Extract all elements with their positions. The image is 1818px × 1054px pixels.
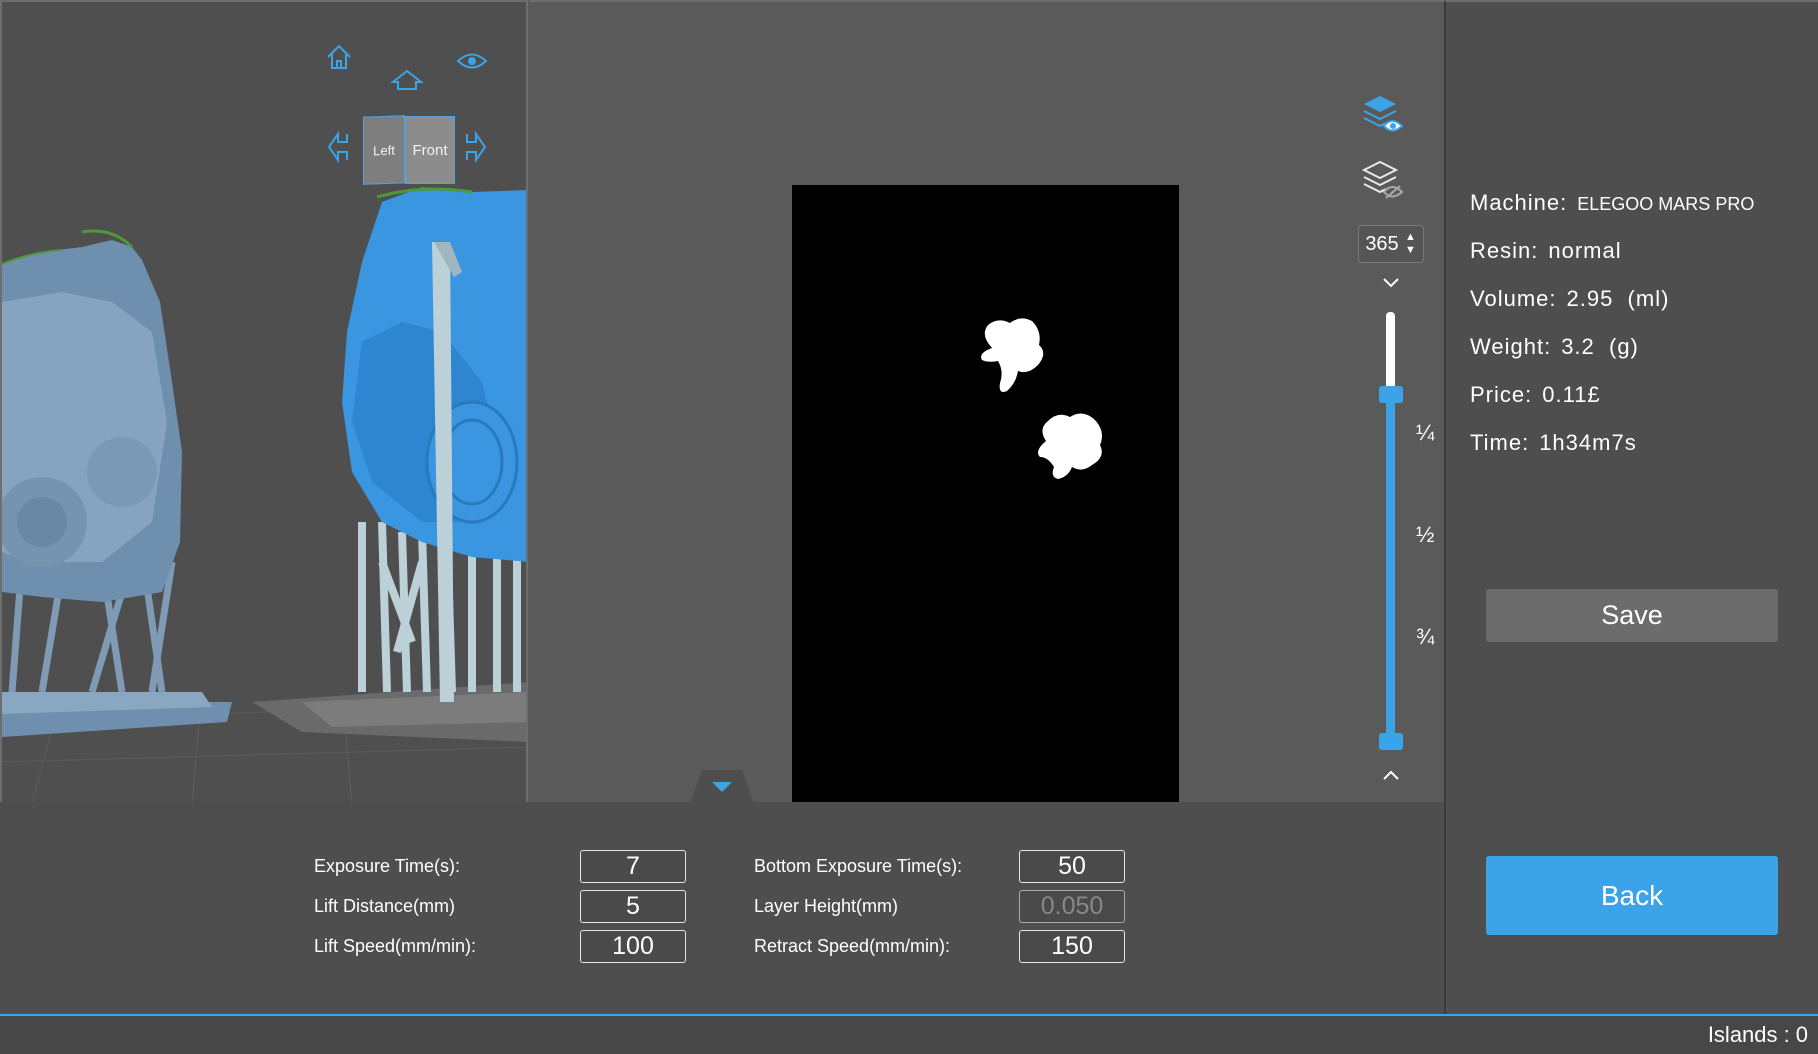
volume-label: Volume: (1470, 286, 1557, 311)
eye-icon[interactable] (456, 50, 488, 72)
resin-label: Resin: (1470, 238, 1539, 263)
lift-distance-label: Lift Distance(mm) (314, 896, 456, 916)
slider-quarter-label: ¼ (1416, 420, 1435, 445)
retract-speed-label: Retract Speed(mm/min): (754, 936, 951, 956)
save-button[interactable]: Save (1486, 589, 1778, 642)
slice-image (792, 185, 1179, 804)
machine-value: ELEGOO MARS PRO (1577, 194, 1755, 214)
islands-count: Islands :0 (1708, 1022, 1808, 1048)
layer-slider-range (1386, 393, 1395, 741)
exposure-time-input[interactable] (580, 850, 686, 883)
retract-speed-input[interactable] (1019, 930, 1125, 963)
machine-row: Machine: ELEGOO MARS PRO (1470, 190, 1754, 216)
lift-distance-input[interactable] (580, 890, 686, 923)
layer-down-chevron-icon[interactable] (1382, 276, 1400, 290)
layer-slider-bottom-handle[interactable] (1379, 733, 1403, 750)
rotate-right-icon[interactable] (464, 130, 488, 164)
volume-row: Volume: 2.95 (ml) (1470, 286, 1669, 312)
3d-viewport[interactable]: Left Front (0, 0, 528, 802)
volume-value: 2.95 (ml) (1566, 286, 1670, 311)
layer-slider-top-handle[interactable] (1379, 385, 1403, 403)
collapse-panel-toggle[interactable] (690, 768, 754, 804)
bottom-exposure-time-label: Bottom Exposure Time(s): (754, 856, 963, 876)
price-label: Price: (1470, 382, 1533, 407)
bottom-exposure-time-input[interactable] (1019, 850, 1125, 883)
lift-speed-input[interactable] (580, 930, 686, 963)
print-parameters-panel: Exposure Time(s): Lift Distance(mm) Lift… (0, 802, 1444, 1014)
cube-front-face[interactable]: Front (405, 116, 455, 184)
layer-controls: 365 ▲ ▼ ¼ ½ ¾ (1340, 92, 1434, 792)
weight-row: Weight: 3.2 (g) (1470, 334, 1639, 360)
layer-number-value[interactable]: 365 (1359, 233, 1405, 256)
lift-speed-label: Lift Speed(mm/min): (314, 936, 477, 956)
back-button[interactable]: Back (1486, 856, 1778, 935)
layer-height-input (1019, 890, 1125, 923)
view-cube[interactable]: Left Front (363, 115, 455, 185)
home-icon[interactable] (324, 42, 354, 72)
spin-down-icon[interactable]: ▼ (1405, 244, 1416, 257)
slice-preview-area: 365 ▲ ▼ ¼ ½ ¾ (530, 0, 1444, 804)
rotate-left-icon[interactable] (326, 130, 350, 164)
layer-number-spinbox[interactable]: 365 ▲ ▼ (1358, 225, 1424, 263)
layers-show-icon[interactable] (1360, 92, 1404, 141)
slider-half-label: ½ (1416, 522, 1435, 547)
top-view-icon[interactable] (390, 68, 424, 92)
time-label: Time: (1470, 430, 1530, 455)
islands-value: 0 (1795, 1022, 1808, 1047)
layers-hide-icon[interactable] (1360, 158, 1404, 207)
slider-three-quarter-label: ¾ (1416, 624, 1435, 649)
spin-up-icon[interactable]: ▲ (1405, 231, 1416, 244)
weight-value: 3.2 (g) (1561, 334, 1639, 359)
resin-value: normal (1548, 238, 1622, 263)
cube-left-face[interactable]: Left (363, 115, 405, 185)
price-value: 0.11£ (1542, 382, 1601, 407)
resin-row: Resin: normal (1470, 238, 1622, 264)
price-row: Price: 0.11£ (1470, 382, 1601, 408)
time-row: Time: 1h34m7s (1470, 430, 1637, 456)
islands-label: Islands : (1707, 1022, 1790, 1047)
layer-up-chevron-icon[interactable] (1382, 768, 1400, 782)
status-bar: Islands :0 (0, 1014, 1818, 1054)
weight-label: Weight: (1470, 334, 1552, 359)
print-info-panel: Machine: ELEGOO MARS PRO Resin: normal Vol… (1444, 0, 1818, 1014)
exposure-time-label: Exposure Time(s): (314, 856, 461, 876)
machine-label: Machine: (1470, 190, 1568, 215)
layer-height-label: Layer Height(mm) (754, 896, 899, 916)
time-value: 1h34m7s (1539, 430, 1637, 455)
